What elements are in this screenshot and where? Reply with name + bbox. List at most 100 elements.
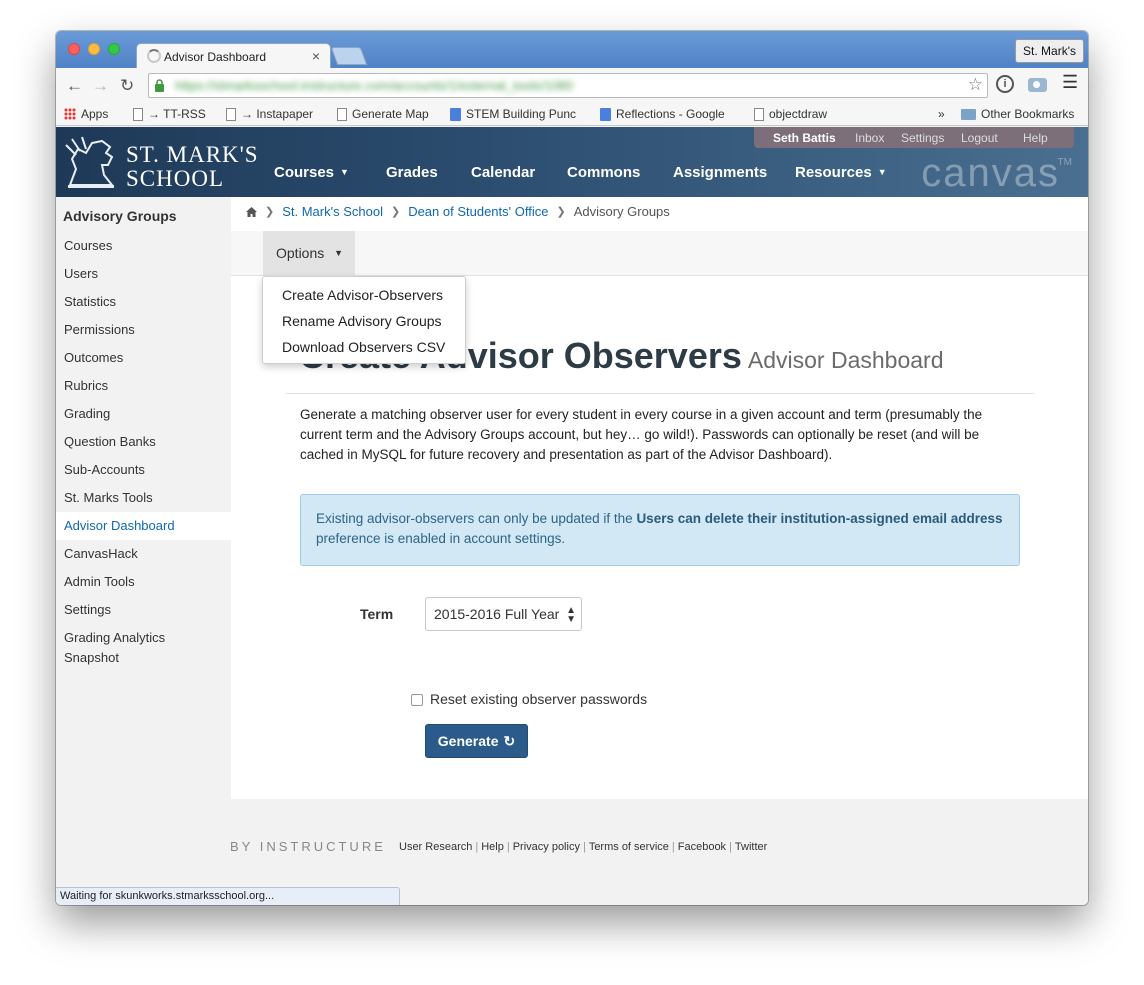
caret-down-icon: ▼ [334,248,344,258]
footer-link-privacy-policy[interactable]: Privacy policy [513,841,580,853]
inbox-link[interactable]: Inbox [855,131,884,145]
sidebar-item-courses[interactable]: Courses [56,232,231,260]
loading-spinner-icon [147,49,161,63]
footer-links: User Research | Help | Privacy policy | Terms … [399,841,767,853]
generate-button[interactable]: Generate ↻ [425,724,528,758]
alert-preference-name: Users can delete their institution-assig… [636,511,1003,526]
new-tab-button[interactable] [330,47,368,65]
sidebar-item-users[interactable]: Users [56,260,231,288]
breadcrumb-separator-icon: ❯ [390,206,401,218]
profile-button[interactable]: St. Mark's [1015,39,1084,63]
nav-grades[interactable]: Grades [386,164,438,181]
breadcrumb-st-marks-school[interactable]: St. Mark's School [282,204,383,219]
canvas-logo: canvas [921,151,1060,195]
tab-close-icon[interactable]: × [312,48,320,64]
term-select[interactable]: 2015-2016 Full Year ▲ ▼ [425,597,582,631]
sidebar-item-outcomes[interactable]: Outcomes [56,344,231,372]
page-icon [133,107,143,121]
settings-link[interactable]: Settings [901,131,944,145]
nav-resources[interactable]: Resources ▼ [795,164,887,181]
canvas-header: ST. MARK'S SCHOOL Courses ▼ Grades Calend… [56,127,1088,197]
sidebar-item-permissions[interactable]: Permissions [56,316,231,344]
bookmark-reflections[interactable]: Reflections - Google [600,107,725,121]
footer-separator: | [506,841,510,853]
sidebar-item-statistics[interactable]: Statistics [56,288,231,316]
breadcrumb-advisory-groups: Advisory Groups [573,204,670,219]
password-manager-icon[interactable]: i [996,75,1014,93]
bookmark-instapaper[interactable]: → Instapaper [226,107,313,121]
sidebar-item-admin-tools[interactable]: Admin Tools [56,568,231,596]
url-text: https://stmarksschool.instructure.com/ac… [175,78,574,93]
page-subtitle: Advisor Dashboard [747,347,944,373]
bookmark-tt-rss[interactable]: → TT-RSS [133,107,206,121]
footer-link-help[interactable]: Help [481,841,504,853]
reset-passwords-checkbox[interactable] [411,694,423,706]
address-bar[interactable]: https://stmarksschool.instructure.com/ac… [148,73,988,98]
nav-courses[interactable]: Courses ▼ [274,164,349,181]
options-dropdown-button[interactable]: Options ▼ [263,231,355,276]
sidebar-item-settings[interactable]: Settings [56,596,231,624]
title-divider [286,393,1034,394]
sidebar-item-grading-analytics-snapshot[interactable]: Grading Analytics Snapshot [56,624,176,672]
forward-arrow-icon[interactable]: → [92,76,109,96]
footer-link-terms-of-service[interactable]: Terms of service [589,841,669,853]
breadcrumb-dean-of-students[interactable]: Dean of Students' Office [408,204,548,219]
bookmark-objectdraw[interactable]: objectdraw [754,107,827,121]
home-icon[interactable] [246,206,257,217]
camera-extension-icon[interactable] [1028,78,1047,92]
sidebar-item-st-marks-tools[interactable]: St. Marks Tools [56,484,231,512]
reload-icon[interactable]: ↻ [120,76,134,96]
close-window-button[interactable] [68,43,80,55]
breadcrumb-separator-icon: ❯ [265,206,275,218]
menu-item-create-advisor-observers[interactable]: Create Advisor-Observers [282,287,443,303]
sidebar-item-rubrics[interactable]: Rubrics [56,372,231,400]
footer-link-twitter[interactable]: Twitter [735,841,767,853]
nav-assignments[interactable]: Assignments [673,164,767,181]
caret-down-icon: ▼ [877,167,887,177]
footer-link-facebook[interactable]: Facebook [678,841,726,853]
sidebar-item-canvashack[interactable]: CanvasHack [56,540,231,568]
page-icon [226,107,236,121]
footer-separator: | [729,841,732,853]
refresh-icon: ↻ [503,733,516,749]
sidebar-item-sub-accounts[interactable]: Sub-Accounts [56,456,231,484]
sidebar-title: Advisory Groups [63,208,177,224]
nav-calendar[interactable]: Calendar [471,164,535,181]
by-instructure-logo[interactable]: BY INSTRUCTURE [230,839,386,854]
bookmark-stem-building[interactable]: STEM Building Punc [450,107,576,121]
zoom-window-button[interactable] [108,43,120,55]
school-name[interactable]: ST. MARK'S SCHOOL [126,143,259,191]
apps-grid-icon [64,108,76,120]
footer-link-user-research[interactable]: User Research [399,841,472,853]
sidebar-item-question-banks[interactable]: Question Banks [56,428,231,456]
sidebar-item-advisor-dashboard[interactable]: Advisor Dashboard [56,512,231,540]
other-bookmarks-folder[interactable]: Other Bookmarks [961,107,1074,121]
help-link[interactable]: Help [1023,131,1048,145]
griffin-logo-icon[interactable] [62,135,120,191]
reset-passwords-label[interactable]: Reset existing observer passwords [430,691,647,707]
options-dropdown-menu: Create Advisor-Observers Rename Advisory… [262,276,466,364]
footer-separator: | [475,841,479,853]
menu-item-rename-advisory-groups[interactable]: Rename Advisory Groups [282,313,442,329]
term-label: Term [360,606,394,622]
browser-tab-active[interactable]: Advisor Dashboard × [136,43,331,69]
logout-link[interactable]: Logout [961,131,998,145]
back-arrow-icon[interactable]: ← [66,76,83,96]
bookmark-apps[interactable]: Apps [64,107,108,121]
nav-commons[interactable]: Commons [567,164,640,181]
tab-title: Advisor Dashboard [164,50,267,64]
bookmark-star-icon[interactable]: ☆ [968,75,983,95]
google-doc-icon [450,107,461,121]
user-menu-bar: Seth Battis Inbox Settings Logout Help [754,127,1074,148]
browser-window: Advisor Dashboard × St. Mark's ← → ↻ htt… [56,31,1088,905]
menu-item-download-observers-csv[interactable]: Download Observers CSV [282,339,445,355]
bookmark-generate-map[interactable]: Generate Map [337,107,429,121]
minimize-window-button[interactable] [88,43,100,55]
user-name-link[interactable]: Seth Battis [773,131,836,145]
breadcrumb-separator-icon: ❯ [556,206,566,218]
breadcrumb: ❯ St. Mark's School ❯ Dean of Students' … [246,204,670,219]
bookmarks-overflow-button[interactable]: » [938,107,945,121]
sidebar-item-grading[interactable]: Grading [56,400,231,428]
browser-menu-icon[interactable]: ☰ [1062,72,1078,93]
browser-toolbar: ← → ↻ https://stmarksschool.instructure.… [56,68,1088,104]
